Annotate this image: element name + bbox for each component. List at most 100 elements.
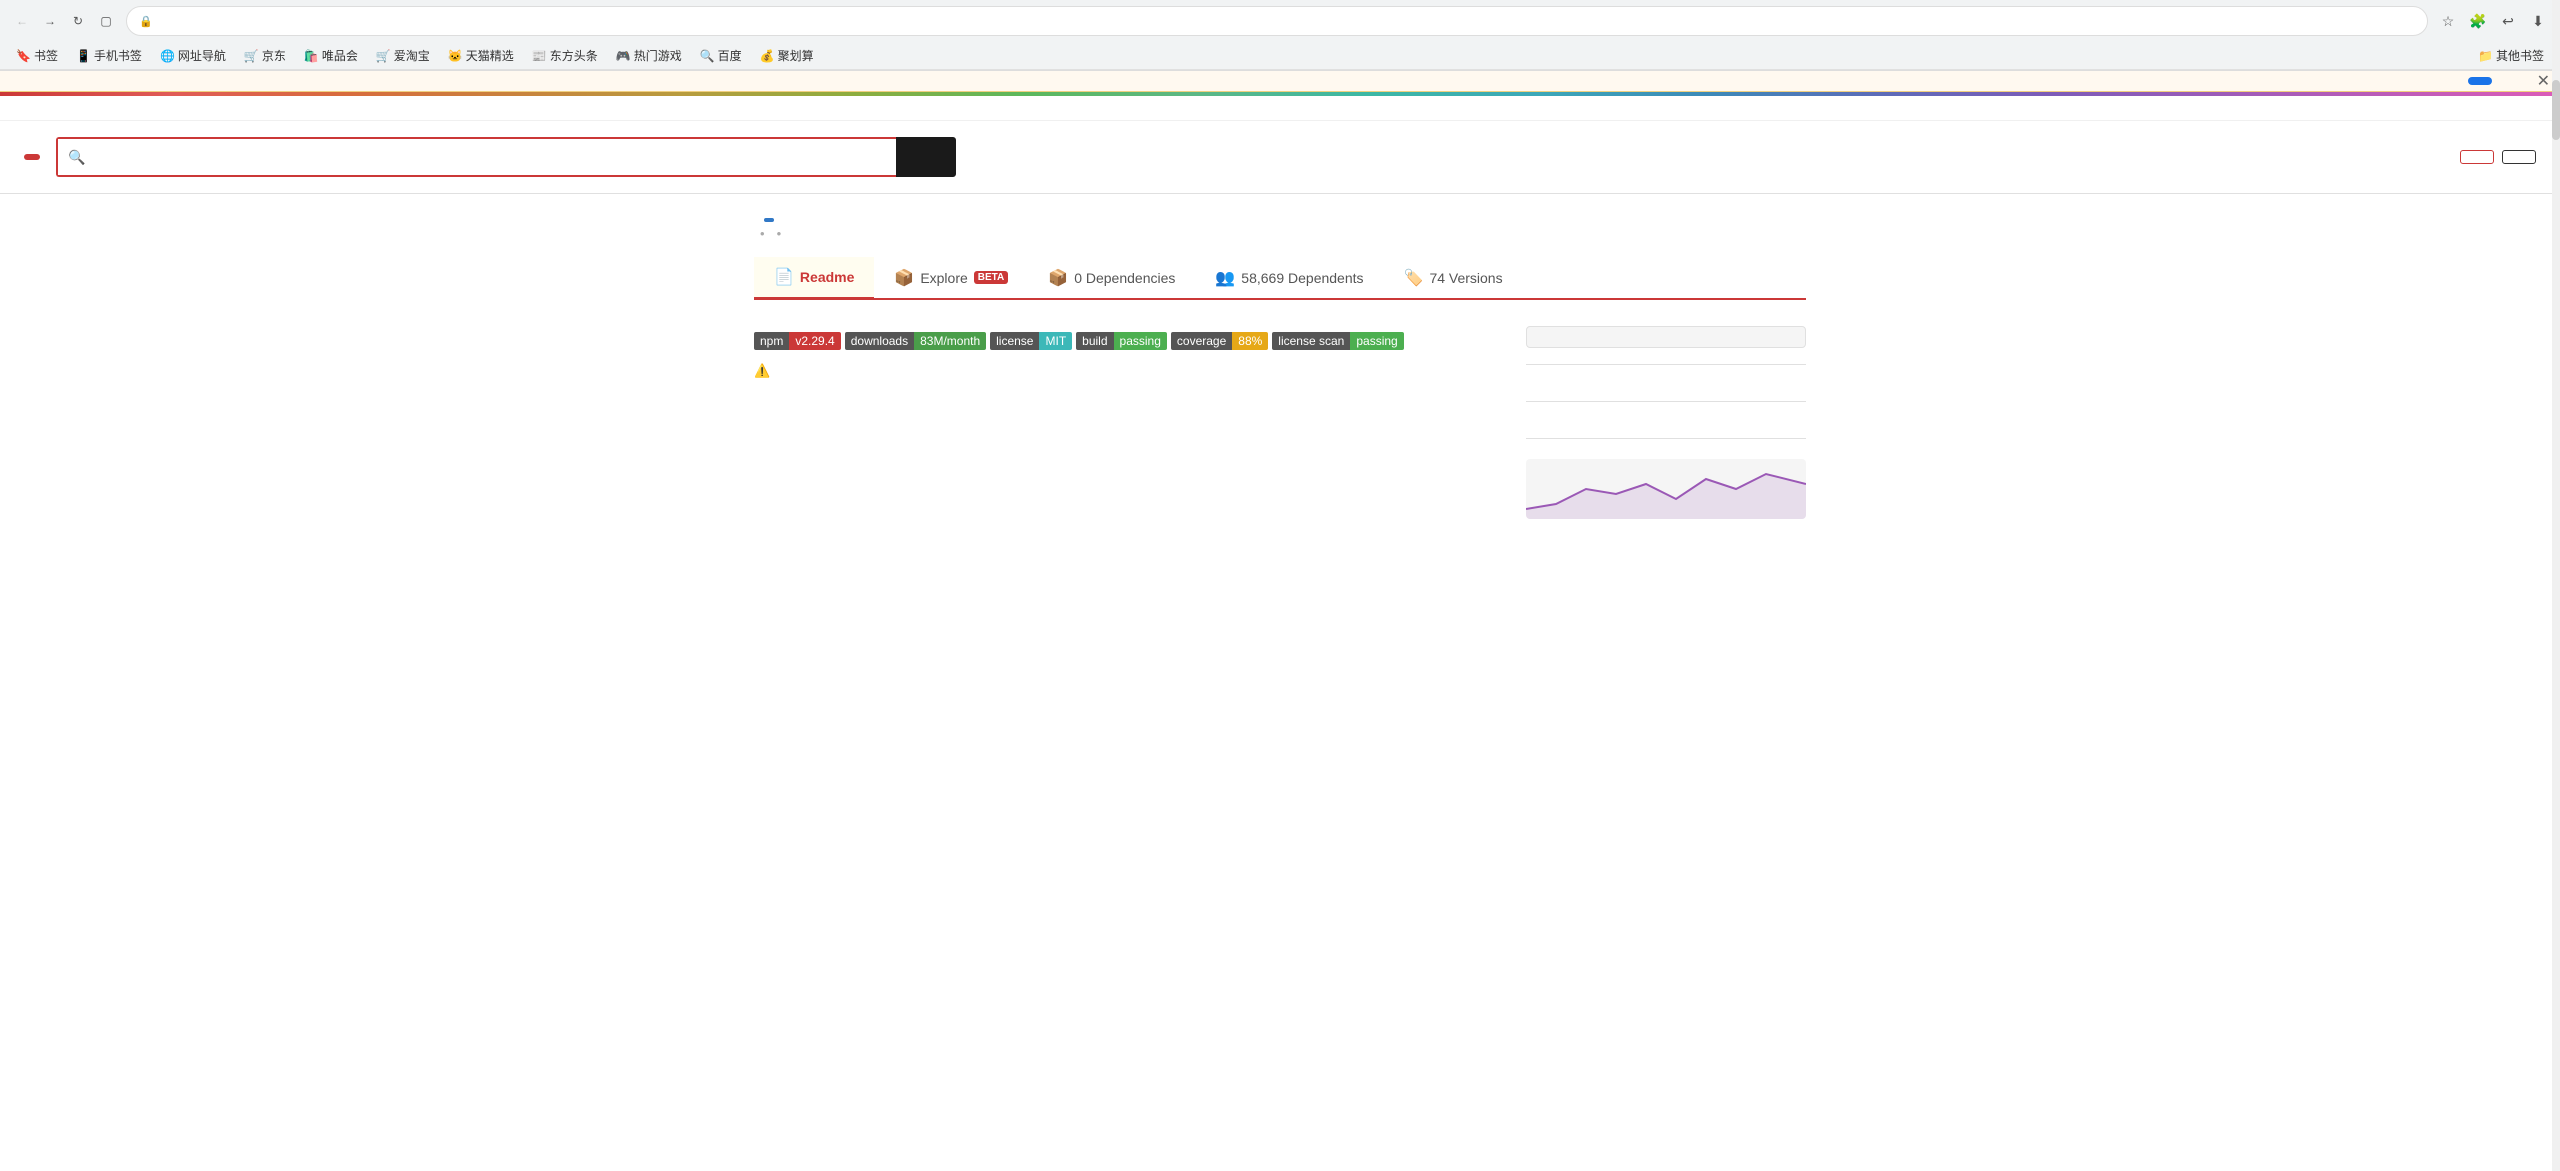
content-main: npm v2.29.4 downloads 83M/month license …	[754, 320, 1494, 555]
no-translate-button[interactable]	[2502, 77, 2518, 85]
semver-link[interactable]: ⚠️	[754, 363, 770, 379]
dependents-icon: 👥	[1215, 268, 1235, 288]
package-tabs: 📄 Readme 📦 Explore BETA 📦 0 Dependencies…	[754, 257, 1806, 300]
signin-button[interactable]	[2502, 150, 2536, 164]
bookmark-icon: 🔖	[16, 49, 31, 63]
bookmark-vip-icon: 🛍️	[304, 49, 319, 63]
bookmark-vip-label: 唯品会	[322, 47, 358, 64]
browser-nav-buttons: ← → ↻ ▢	[10, 9, 118, 33]
forward-button[interactable]: →	[38, 9, 62, 33]
search-input[interactable]	[58, 139, 896, 175]
ts-badge	[764, 218, 774, 222]
bookmark-label: 书签	[34, 47, 58, 64]
badge-cov-right: 88%	[1232, 332, 1268, 350]
bookmark-taobao-label: 爱淘宝	[394, 47, 430, 64]
bookmark-baidu[interactable]: 🔍 百度	[694, 45, 748, 66]
versions-icon: 🏷️	[1404, 268, 1424, 288]
bookmark-other-label: 其他书签	[2496, 47, 2544, 64]
content-layout: npm v2.29.4 downloads 83M/month license …	[754, 320, 1806, 555]
back-button[interactable]: ←	[10, 9, 34, 33]
badge-license: license MIT	[990, 332, 1072, 350]
package-title-row	[754, 218, 1806, 222]
bookmark-other[interactable]: 📁 其他书签	[2472, 45, 2550, 66]
search-icon: 🔍	[68, 149, 85, 166]
main-content: • • 📄 Readme 📦 Explore BETA 📦 0 Dependen…	[730, 194, 1830, 579]
home-button[interactable]: ▢	[94, 9, 118, 33]
badge-downloads: downloads 83M/month	[845, 332, 986, 350]
bookmark-baidu-icon: 🔍	[700, 49, 715, 63]
scrollbar-thumb[interactable]	[2552, 80, 2560, 140]
bookmark-vip[interactable]: 🛍️ 唯品会	[298, 45, 364, 66]
semver-icon: ⚠️	[754, 363, 770, 378]
translate-button[interactable]	[2468, 77, 2492, 85]
badges-row: npm v2.29.4 downloads 83M/month license …	[754, 332, 1494, 350]
search-bar-section: 🔍	[0, 121, 2560, 194]
bookmark-tmall-label: 天猫精选	[466, 47, 514, 64]
bookmark-games-icon: 🎮	[616, 49, 631, 63]
badge-dl-left: downloads	[845, 332, 914, 350]
badge-build-left: build	[1076, 332, 1113, 350]
search-submit-button[interactable]	[896, 137, 956, 177]
content-sidebar	[1526, 320, 1806, 555]
badge-dl-right: 83M/month	[914, 332, 986, 350]
bookmark-tmall[interactable]: 🐱 天猫精选	[442, 45, 520, 66]
bookmark-phone-icon: 📱	[76, 49, 91, 63]
browser-toolbar: ← → ↻ ▢ 🔒 ☆ 🧩 ↩ ⬇	[0, 0, 2560, 42]
tab-versions[interactable]: 🏷️ 74 Versions	[1384, 257, 1523, 298]
bookmark-nav[interactable]: 🌐 网址导航	[154, 45, 232, 66]
bookmark-jd-icon: 🛒	[244, 49, 259, 63]
close-translation-bar-button[interactable]: ✕	[2537, 71, 2550, 91]
bookmark-star-button[interactable]: ☆	[2436, 9, 2460, 33]
download-button[interactable]: ⬇	[2526, 9, 2550, 33]
downloads-chart	[1526, 459, 1806, 519]
badge-coverage: coverage 88%	[1171, 332, 1268, 350]
badge-build: build passing	[1076, 332, 1167, 350]
tab-dependents[interactable]: 👥 58,669 Dependents	[1195, 257, 1383, 298]
tab-readme-label: Readme	[800, 269, 854, 285]
tab-dependencies[interactable]: 📦 0 Dependencies	[1028, 257, 1195, 298]
package-meta: • •	[754, 226, 1806, 241]
bookmark-juhua[interactable]: 💰 聚划算	[754, 45, 820, 66]
bookmark-phone-label: 手机书签	[94, 47, 142, 64]
dependencies-icon: 📦	[1048, 268, 1068, 288]
badge-lic-right: MIT	[1039, 332, 1072, 350]
scrollbar[interactable]	[2552, 0, 2560, 1171]
bookmark-games[interactable]: 🎮 热门游戏	[610, 45, 688, 66]
reload-button[interactable]: ↻	[66, 9, 90, 33]
bookmark-juhua-icon: 💰	[760, 49, 775, 63]
homepage-section	[1526, 422, 1806, 439]
translation-bar: ✕	[0, 71, 2560, 92]
address-bar[interactable]: 🔒	[126, 6, 2428, 36]
bookmarks-bar: 🔖 书签 📱 手机书签 🌐 网址导航 🛒 京东 🛍️ 唯品会 🛒 爱淘宝 🐱 天…	[0, 42, 2560, 70]
tab-explore[interactable]: 📦 Explore BETA	[874, 257, 1028, 298]
npm-top-header	[0, 96, 2560, 121]
search-form: 🔍	[56, 137, 956, 177]
bookmark-nav-icon: 🌐	[160, 49, 175, 63]
extensions-button[interactable]: 🧩	[2466, 9, 2490, 33]
install-section	[1526, 326, 1806, 365]
bookmark-jd[interactable]: 🛒 京东	[238, 45, 292, 66]
bookmark-games-label: 热门游戏	[634, 47, 682, 64]
bookmark-dftt-icon: 📰	[532, 49, 547, 63]
bookmark-taobao[interactable]: 🛒 爱淘宝	[370, 45, 436, 66]
beta-badge: BETA	[974, 271, 1008, 284]
bookmark-phone[interactable]: 📱 手机书签	[70, 45, 148, 66]
npm-logo	[24, 154, 40, 160]
browser-actions: ☆ 🧩 ↩ ⬇	[2436, 9, 2550, 33]
lock-icon: 🔒	[139, 15, 153, 28]
history-back-button[interactable]: ↩	[2496, 9, 2520, 33]
package-header: • •	[754, 218, 1806, 241]
signup-button[interactable]	[2460, 150, 2494, 164]
bookmark-taobao-icon: 🛒	[376, 49, 391, 63]
badge-lscan-right: passing	[1350, 332, 1403, 350]
bookmark-shujian[interactable]: 🔖 书签	[10, 45, 64, 66]
bookmark-juhua-label: 聚划算	[778, 47, 814, 64]
repository-section	[1526, 385, 1806, 402]
badge-cov-left: coverage	[1171, 332, 1232, 350]
badge-lic-left: license	[990, 332, 1039, 350]
badge-licensescan: license scan passing	[1272, 332, 1403, 350]
tab-readme[interactable]: 📄 Readme	[754, 257, 874, 300]
badge-npm-right: v2.29.4	[789, 332, 840, 350]
bookmark-dftt[interactable]: 📰 东方头条	[526, 45, 604, 66]
badge-build-right: passing	[1114, 332, 1167, 350]
